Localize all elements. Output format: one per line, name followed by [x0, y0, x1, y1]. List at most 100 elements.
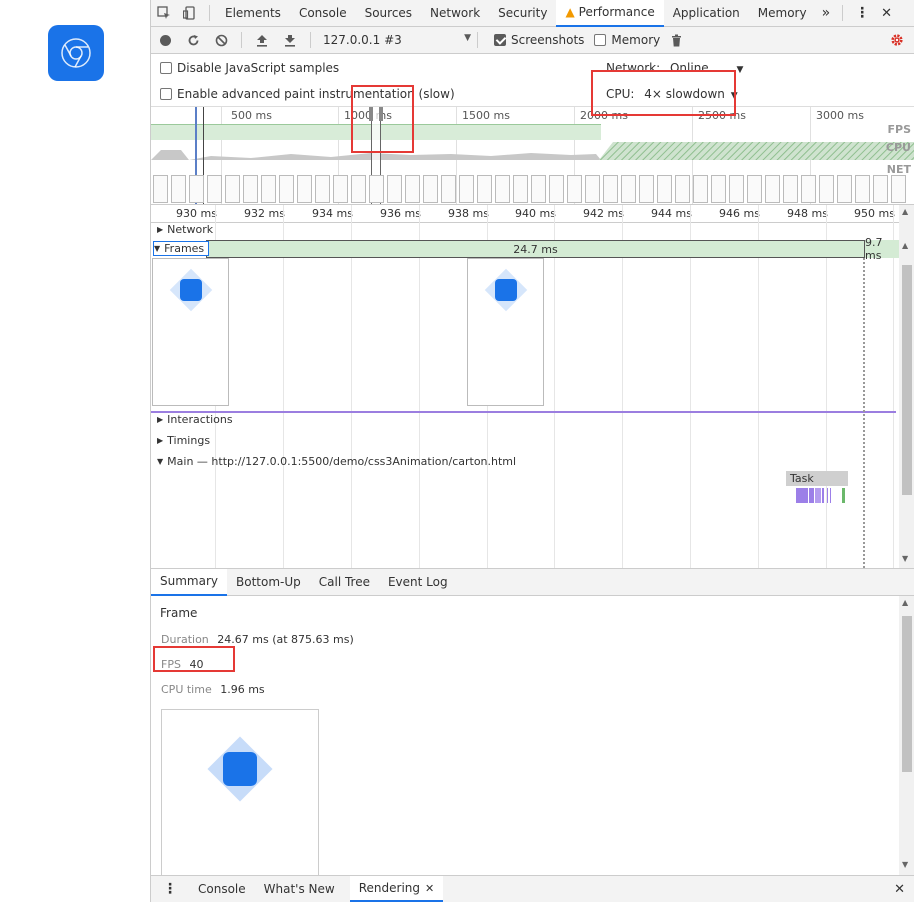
- drawer-tab-whats-new[interactable]: What's New: [255, 876, 344, 902]
- close-drawer-icon[interactable]: ✕: [884, 876, 914, 902]
- scroll-thumb[interactable]: [902, 265, 912, 495]
- customize-menu-icon[interactable]: ⋮: [849, 0, 875, 26]
- record-button[interactable]: [151, 27, 179, 53]
- separator: [477, 32, 478, 48]
- timeline-ruler: 930 ms 932 ms 934 ms 936 ms 938 ms 940 m…: [151, 205, 899, 223]
- frame-thumbnail: [484, 268, 527, 312]
- tab-performance[interactable]: ▲ Performance: [556, 0, 664, 27]
- scroll-down-icon[interactable]: ▼: [902, 554, 908, 563]
- reload-icon: [188, 34, 198, 45]
- record-icon: [159, 34, 171, 46]
- filmstrip-thumbnail: [459, 175, 474, 203]
- screenshots-checkbox[interactable]: Screenshots: [494, 33, 584, 47]
- tab-elements[interactable]: Elements: [216, 0, 290, 26]
- duration-value: 24.67 ms (at 875.63 ms): [217, 633, 354, 646]
- collect-garbage-button[interactable]: [662, 27, 690, 53]
- collapse-icon: ▼: [154, 244, 161, 253]
- disable-js-samples-label: Disable JavaScript samples: [177, 61, 340, 75]
- filmstrip-thumbnail: [855, 175, 870, 203]
- load-profile-button[interactable]: [248, 27, 276, 53]
- filmstrip-thumbnail: [369, 175, 384, 203]
- screenshot-thumbnail: [207, 736, 273, 802]
- device-toolbar-icon[interactable]: [177, 0, 203, 26]
- frame-bar-next[interactable]: 9.7 ms: [865, 236, 899, 262]
- upload-icon: [257, 34, 267, 47]
- filmstrip-thumbnail: [153, 175, 168, 203]
- tab-network[interactable]: Network: [421, 0, 489, 26]
- filmstrip-thumbnail: [603, 175, 618, 203]
- target-select[interactable]: 127.0.0.1 #3 ▼: [323, 33, 471, 47]
- frame-bar[interactable]: 24.7 ms: [206, 240, 865, 258]
- ruler-tick: 940 ms: [515, 207, 556, 220]
- trash-icon: [671, 34, 681, 46]
- tab-bottom-up[interactable]: Bottom-Up: [227, 569, 310, 596]
- timeline-overview[interactable]: 500 ms 1000 ms 1500 ms 2000 ms 2500 ms 3…: [151, 107, 914, 205]
- inspect-element-icon[interactable]: [151, 0, 177, 26]
- capture-settings-button[interactable]: [883, 27, 911, 53]
- reload-record-button[interactable]: [179, 27, 207, 53]
- cpu-label: CPU: [885, 141, 911, 154]
- track-frames[interactable]: ▼ Frames: [153, 241, 210, 256]
- close-devtools-icon[interactable]: ✕: [875, 0, 898, 26]
- checkbox-icon: [160, 62, 172, 74]
- tab-security[interactable]: Security: [489, 0, 556, 26]
- track-interactions-label: Interactions: [167, 413, 233, 426]
- summary-screenshot: [161, 709, 319, 875]
- drawer-tab-rendering[interactable]: Rendering ✕: [349, 876, 444, 902]
- target-select-value: 127.0.0.1 #3: [323, 33, 402, 47]
- ruler-tick: 936 ms: [380, 207, 421, 220]
- tab-call-tree[interactable]: Call Tree: [310, 569, 379, 596]
- summary-title: Frame: [160, 606, 198, 620]
- scroll-up-icon[interactable]: ▲: [902, 241, 908, 250]
- frame-screenshot[interactable]: [152, 258, 229, 406]
- tab-console[interactable]: Console: [290, 0, 356, 26]
- filmstrip-thumbnail: [729, 175, 744, 203]
- drawer-tab-console[interactable]: Console: [189, 876, 255, 902]
- scroll-thumb[interactable]: [902, 616, 912, 772]
- drawer-tabbar: ⋮ Console What's New Rendering ✕ ✕: [151, 875, 914, 902]
- tab-sources[interactable]: Sources: [356, 0, 421, 26]
- save-profile-button[interactable]: [276, 27, 304, 53]
- chevron-down-icon: ▼: [736, 65, 744, 75]
- scroll-down-icon[interactable]: ▼: [902, 860, 908, 869]
- timeline-scrollbar[interactable]: ▲ ▲ ▼: [899, 205, 914, 568]
- fps-label: FPS: [887, 123, 912, 136]
- devtools-tabbar: Elements Console Sources Network Securit…: [151, 0, 914, 27]
- tab-application[interactable]: Application: [664, 0, 749, 26]
- expand-icon: ▶: [157, 436, 164, 445]
- expand-icon: ▶: [157, 225, 164, 234]
- duration-key: Duration: [161, 633, 209, 646]
- tab-memory[interactable]: Memory: [749, 0, 816, 26]
- track-main[interactable]: ▼ Main — http://127.0.0.1:5500/demo/css3…: [157, 455, 516, 468]
- chevron-down-icon: ▼: [464, 33, 471, 43]
- track-interactions[interactable]: ▶ Interactions: [157, 413, 233, 426]
- interactions-line: [151, 411, 896, 413]
- clear-button[interactable]: [207, 27, 235, 53]
- scroll-up-icon[interactable]: ▲: [902, 207, 908, 216]
- close-tab-icon[interactable]: ✕: [425, 882, 434, 895]
- filmstrip-thumbnail: [657, 175, 672, 203]
- ruler-tick: 946 ms: [719, 207, 760, 220]
- filmstrip-thumbnail: [567, 175, 582, 203]
- capture-settings-pane: Disable JavaScript samples Enable advanc…: [151, 54, 914, 107]
- filmstrip-thumbnail: [243, 175, 258, 203]
- tab-summary[interactable]: Summary: [151, 568, 227, 596]
- track-network[interactable]: ▶ Network: [157, 223, 213, 236]
- task-subevents[interactable]: [796, 488, 848, 503]
- disable-js-samples-checkbox[interactable]: Disable JavaScript samples: [160, 61, 339, 75]
- filmstrip-thumbnail: [693, 175, 708, 203]
- track-timings[interactable]: ▶ Timings: [157, 434, 210, 447]
- frame-screenshot[interactable]: [467, 258, 544, 406]
- drawer-menu-icon[interactable]: ⋮: [151, 876, 189, 902]
- task-block[interactable]: Task: [786, 471, 848, 486]
- filmstrip-thumbnail: [495, 175, 510, 203]
- ruler-tick: 942 ms: [583, 207, 624, 220]
- tab-event-log[interactable]: Event Log: [379, 569, 457, 596]
- memory-checkbox[interactable]: Memory: [594, 33, 660, 47]
- ruler-tick: 944 ms: [651, 207, 692, 220]
- more-tabs-icon[interactable]: »: [816, 0, 837, 26]
- filmstrip-thumbnail: [261, 175, 276, 203]
- scroll-up-icon[interactable]: ▲: [902, 598, 908, 607]
- summary-scrollbar[interactable]: ▲ ▼: [899, 596, 914, 875]
- filmstrip-thumbnail: [297, 175, 312, 203]
